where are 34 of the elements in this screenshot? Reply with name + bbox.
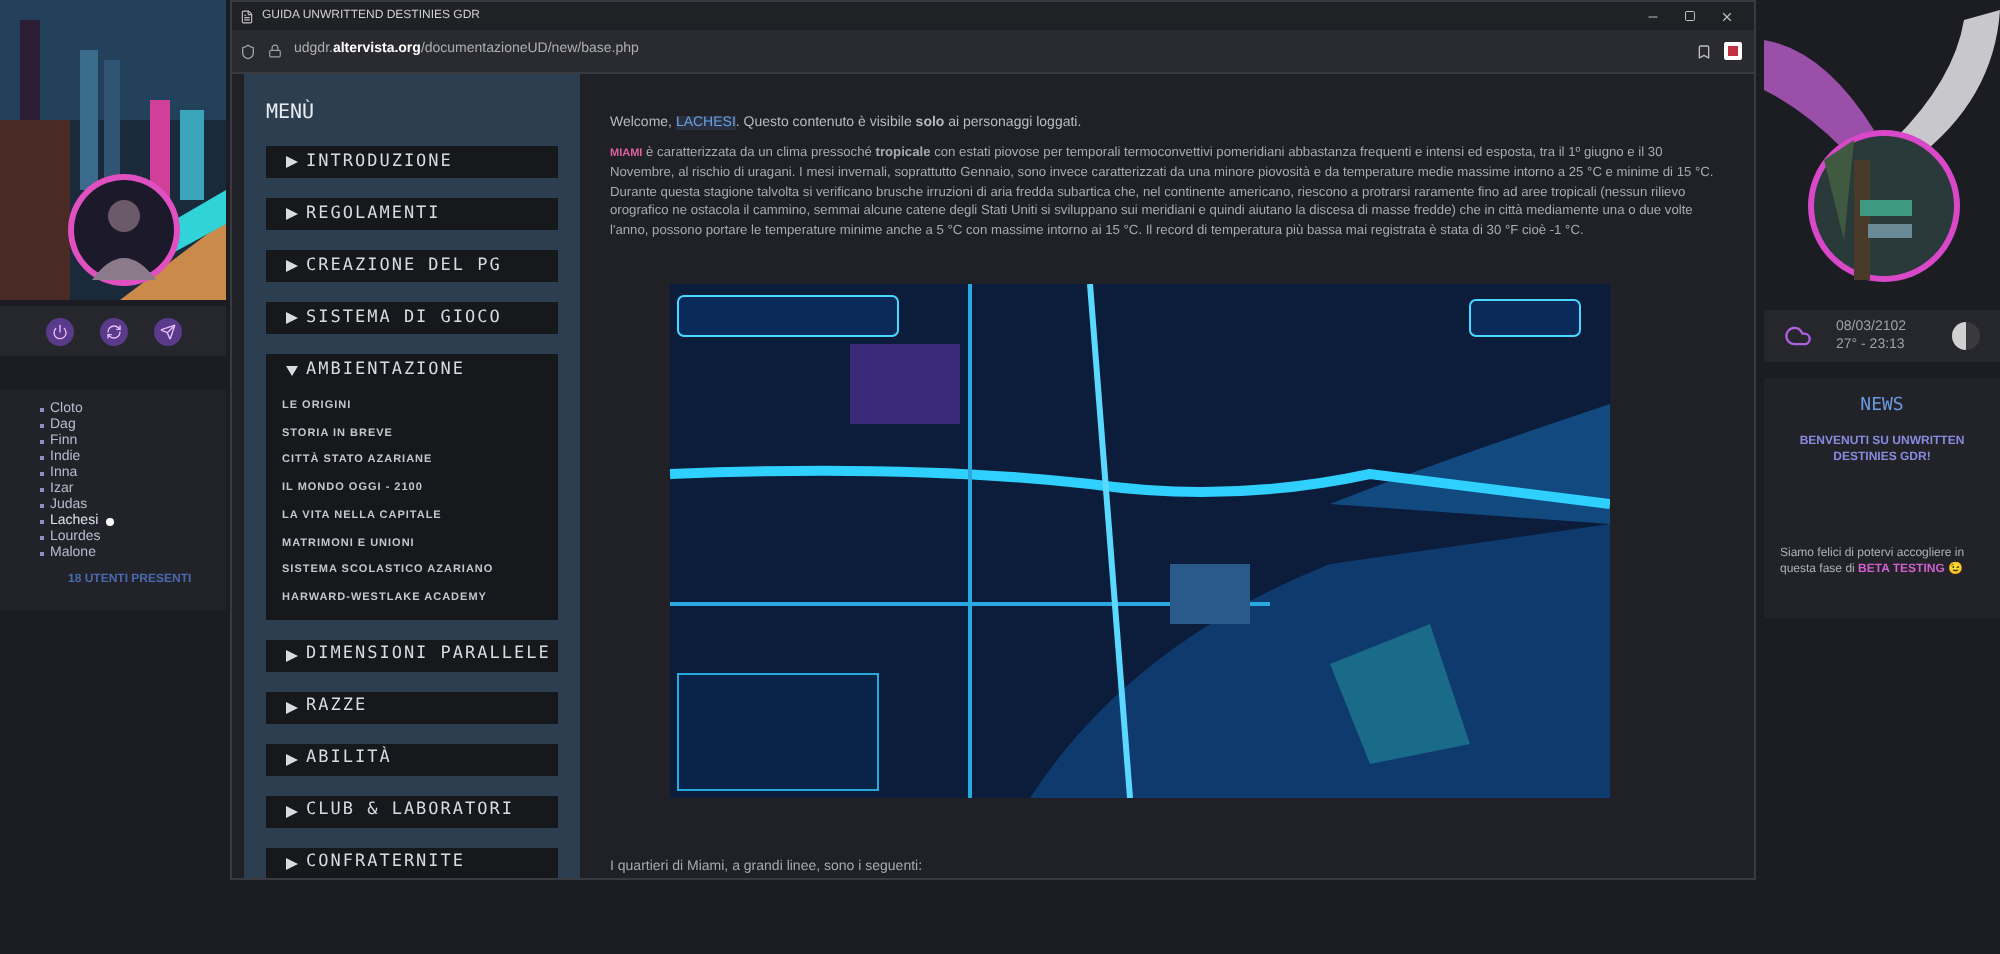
refresh-icon[interactable] — [99, 317, 127, 345]
caret-right-icon — [286, 701, 298, 714]
menu-title: MENÙ — [266, 102, 317, 126]
menu-section[interactable]: DIMENSIONI PARALLELE — [266, 639, 558, 672]
menu-section[interactable]: CLUB & LABORATORI — [266, 795, 558, 828]
moon-icon — [1952, 322, 1980, 350]
menu-section[interactable]: CONFRATERNITE — [266, 847, 558, 878]
cloud-icon — [1784, 322, 1812, 350]
menu-section[interactable]: ABILITÀ — [266, 743, 558, 776]
menu-section[interactable]: CREAZIONE DEL PG — [266, 250, 558, 282]
maximize-icon[interactable] — [1684, 10, 1696, 22]
caret-right-icon — [286, 649, 298, 662]
page-icon — [240, 9, 254, 23]
menu-section[interactable]: SISTEMA DI GIOCO — [266, 302, 558, 334]
caret-right-icon — [286, 260, 298, 272]
power-icon[interactable] — [45, 317, 73, 345]
caret-right-icon — [286, 857, 298, 870]
close-icon[interactable] — [1720, 9, 1734, 23]
menu-section[interactable]: REGOLAMENTI — [266, 198, 558, 230]
bookmark-icon[interactable] — [1696, 43, 1712, 59]
news-title: NEWS — [1860, 394, 1904, 420]
menu-section[interactable]: AMBIENTAZIONE — [266, 354, 558, 386]
send-icon[interactable] — [153, 317, 181, 345]
extension-icon[interactable] — [1724, 42, 1742, 60]
caret-right-icon — [286, 208, 298, 220]
caret-right-icon — [286, 312, 298, 324]
caret-right-icon — [286, 156, 298, 168]
menu-section[interactable]: INTRODUZIONE — [266, 146, 558, 178]
lock-icon — [268, 44, 282, 58]
caret-down-icon — [286, 364, 298, 376]
caret-right-icon — [286, 753, 298, 766]
menu-section[interactable]: RAZZE — [266, 691, 558, 724]
caret-right-icon — [286, 805, 298, 818]
shield-icon[interactable] — [240, 43, 256, 59]
